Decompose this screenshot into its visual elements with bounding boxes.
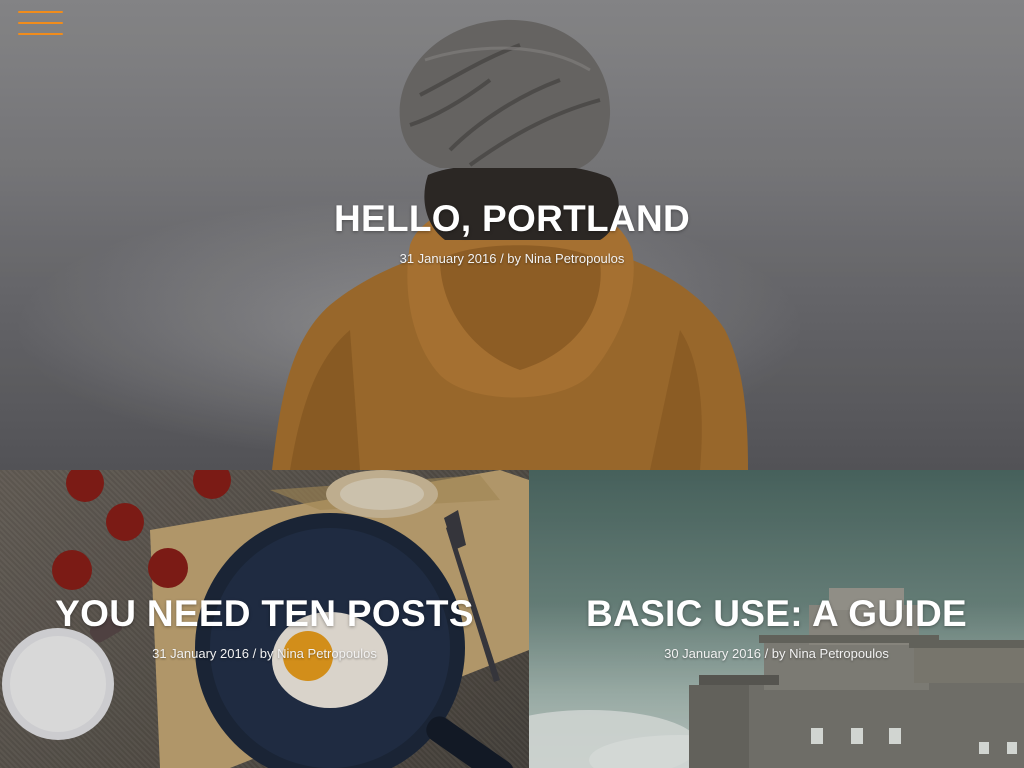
post-card-basic-use-a-guide[interactable]: BASIC USE: A GUIDE 30 January 2016 / by … <box>529 470 1024 768</box>
post-byline-separator: / by <box>764 646 786 661</box>
post-date: 30 January 2016 <box>664 646 761 661</box>
menu-bar-middle <box>18 22 63 24</box>
page: HELLO, PORTLAND 31 January 2016 / by Nin… <box>0 0 1024 768</box>
post-date: 31 January 2016 <box>152 646 249 661</box>
post-title[interactable]: BASIC USE: A GUIDE <box>529 592 1024 636</box>
post-author[interactable]: Nina Petropoulos <box>789 646 889 661</box>
post-byline-separator: / by <box>500 251 522 266</box>
post-date: 31 January 2016 <box>399 251 497 266</box>
post-meta: 31 January 2016 / by Nina Petropoulos <box>0 251 1024 267</box>
card-right-text: BASIC USE: A GUIDE 30 January 2016 / by … <box>529 592 1024 662</box>
menu-bar-top <box>18 11 63 13</box>
post-byline-separator: / by <box>252 646 274 661</box>
post-author[interactable]: Nina Petropoulos <box>277 646 377 661</box>
post-card-hello-portland[interactable]: HELLO, PORTLAND 31 January 2016 / by Nin… <box>0 0 1024 470</box>
hero-text: HELLO, PORTLAND 31 January 2016 / by Nin… <box>0 197 1024 267</box>
menu-bar-bottom <box>18 33 63 35</box>
post-title[interactable]: YOU NEED TEN POSTS <box>0 592 529 636</box>
post-meta: 31 January 2016 / by Nina Petropoulos <box>0 646 529 662</box>
post-author[interactable]: Nina Petropoulos <box>525 251 625 266</box>
post-card-you-need-ten-posts[interactable]: YOU NEED TEN POSTS 31 January 2016 / by … <box>0 470 529 768</box>
card-left-text: YOU NEED TEN POSTS 31 January 2016 / by … <box>0 592 529 662</box>
post-title[interactable]: HELLO, PORTLAND <box>0 197 1024 241</box>
hamburger-menu-icon[interactable] <box>18 11 63 37</box>
post-meta: 30 January 2016 / by Nina Petropoulos <box>529 646 1024 662</box>
